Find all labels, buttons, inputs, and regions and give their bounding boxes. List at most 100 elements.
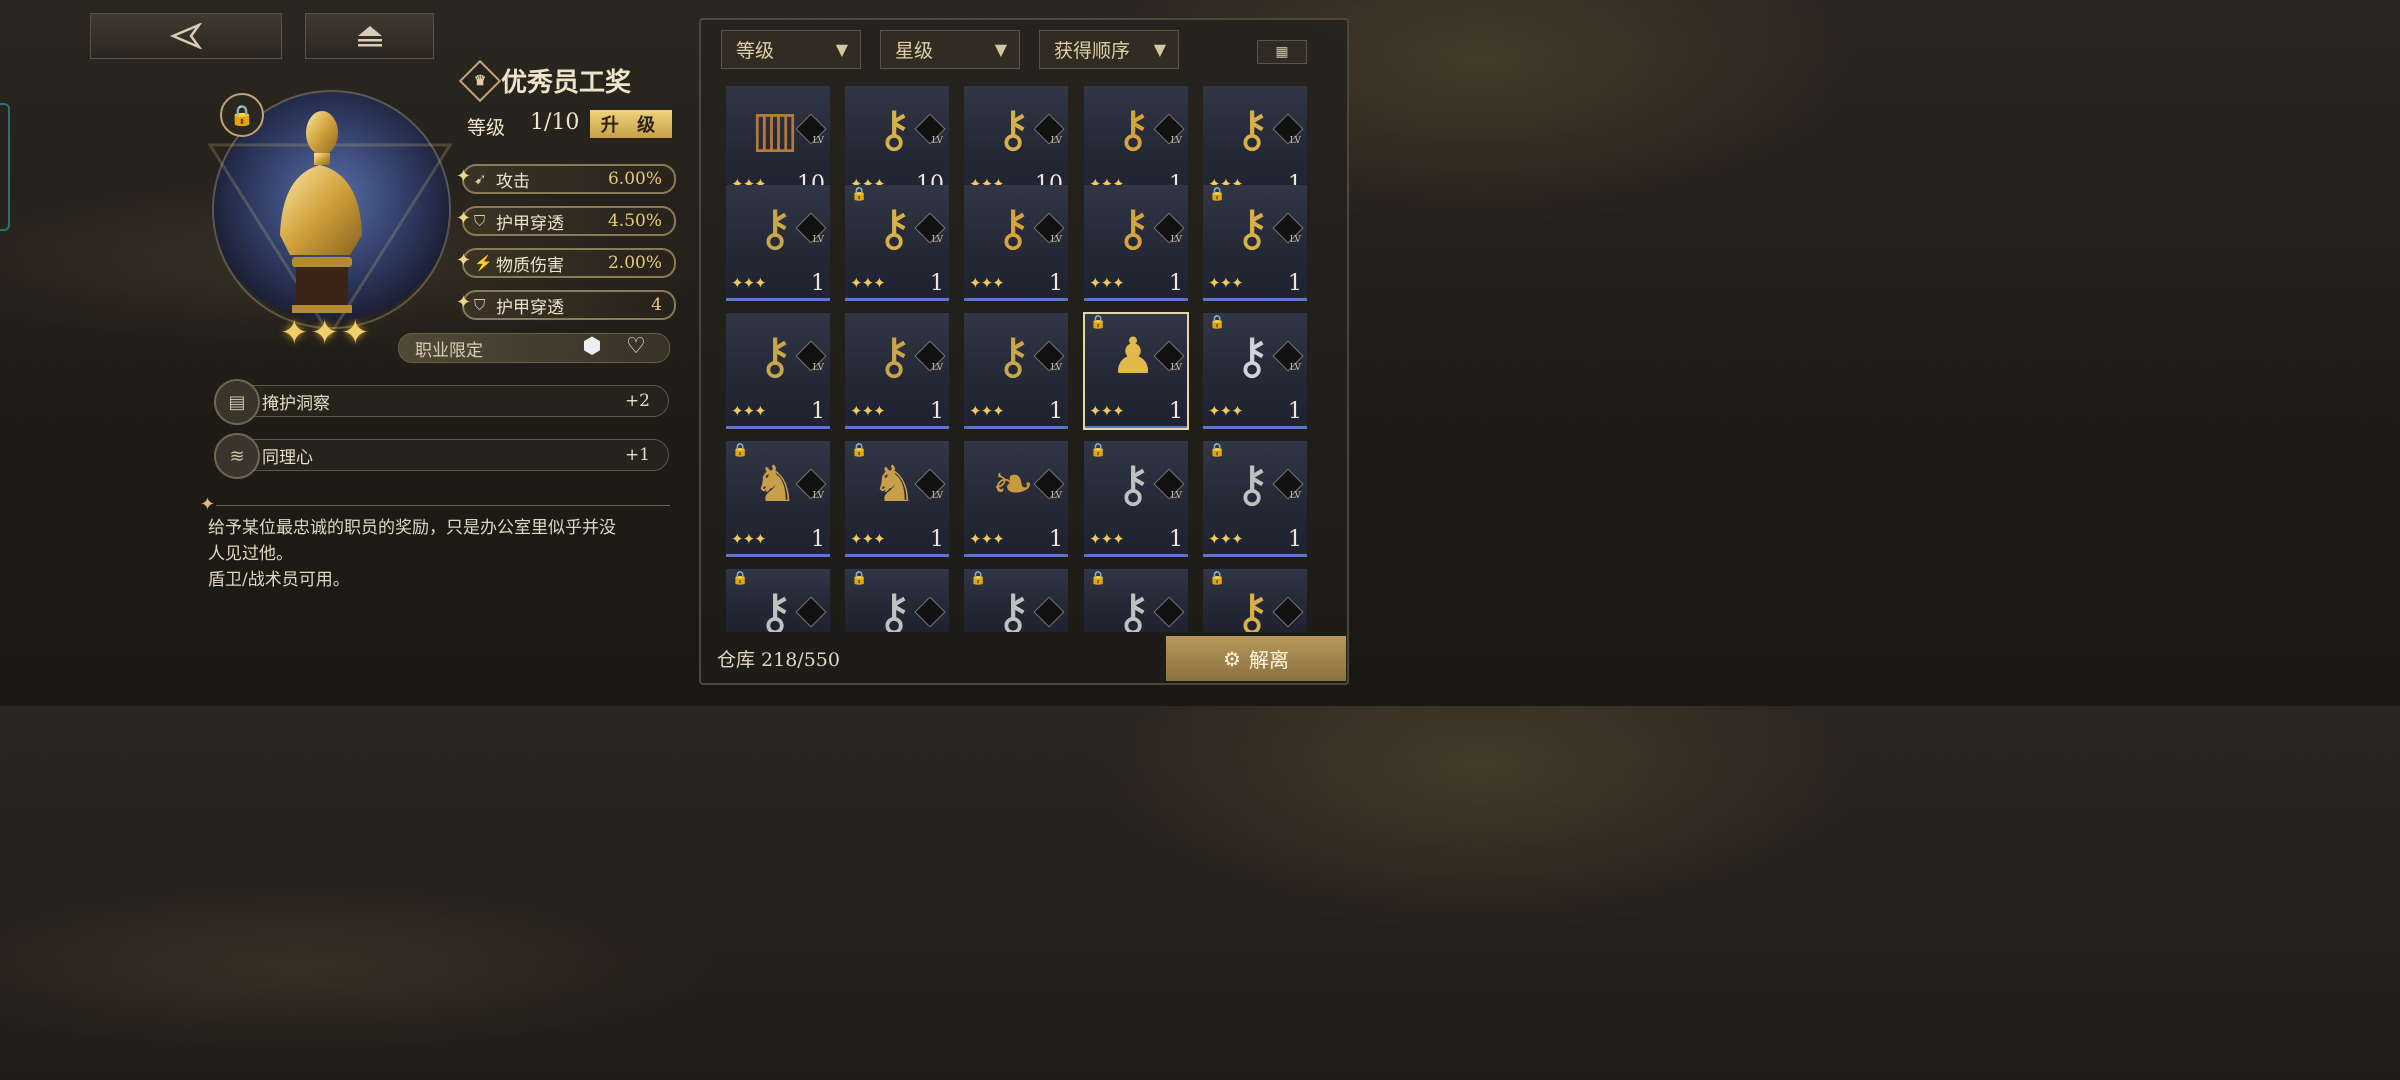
sparkle-icon: ✦: [456, 166, 472, 187]
inventory-item[interactable]: 🔒 ♞ LV ✦✦✦ 1: [726, 441, 830, 557]
inventory-item[interactable]: 🔒 ⚷: [1203, 569, 1307, 632]
shield-pierce-icon: ⛉: [474, 296, 486, 314]
filter-label: 等级: [736, 40, 775, 62]
storage-count: 仓库 218/550: [717, 649, 840, 671]
inventory-item[interactable]: ⚷LV✦✦✦1: [845, 313, 949, 429]
inventory-item[interactable]: ⚷LV✦✦✦1: [726, 185, 830, 301]
chevron-down-icon: ▼: [835, 40, 848, 59]
description-line: 人见过他。: [208, 544, 293, 564]
job-limit-row: 职业限定 ⬢ ♡: [398, 333, 670, 363]
inventory-item[interactable]: ⚷LV✦✦✦1: [1084, 185, 1188, 301]
item-art-icon: ⚷: [756, 583, 794, 632]
inventory-item[interactable]: 🔒 ⚷ LV ✦✦✦ 1: [1203, 441, 1307, 557]
item-level: 1: [811, 271, 825, 296]
inventory-item[interactable]: 🔒 ⚷: [726, 569, 830, 632]
inventory-item[interactable]: 🔒 ⚷ LV ✦✦✦ 1: [1203, 185, 1307, 301]
stat-row: ✦ ⛉ 护甲穿透 4.50%: [456, 206, 676, 236]
sparkle-icon: ✦: [456, 250, 472, 271]
rarity-stars: ✦✦✦: [969, 402, 1005, 420]
inventory-item[interactable]: ❧ LV ✦✦✦ 1: [964, 441, 1068, 557]
skill-name: 同理心: [262, 447, 313, 468]
stat-value: 2.00%: [607, 253, 662, 273]
rarity-stars: ✦✦✦: [731, 274, 767, 292]
filter-stars-dropdown[interactable]: 星级 ▼: [880, 30, 1020, 69]
stat-row: ✦ ⚡ 物质伤害 2.00%: [456, 248, 676, 278]
rarity-stars: ✦✦✦: [1208, 274, 1244, 292]
inventory-item[interactable]: 🔒 ⚷: [1084, 569, 1188, 632]
filter-label: 星级: [895, 40, 934, 62]
item-level: 1: [811, 399, 825, 424]
rarity-stars: ✦✦✦: [1089, 530, 1125, 548]
level-tag: LV: [1289, 491, 1301, 501]
sword-icon: ➹: [474, 170, 487, 188]
sparkle-icon: ✦: [456, 292, 472, 313]
rarity-stars: ✦✦✦: [850, 274, 886, 292]
level-tag: LV: [812, 235, 824, 245]
stat-row: ✦ ➹ 攻击 6.00%: [456, 164, 676, 194]
chevron-down-icon: ▼: [994, 40, 1007, 59]
empathy-icon: ≋: [214, 433, 260, 479]
item-level: 1: [1049, 271, 1063, 296]
level-tag: LV: [812, 363, 824, 373]
item-level: 1: [930, 271, 944, 296]
skill-row[interactable]: ▤ 掩护洞察 +2: [214, 379, 669, 425]
claw-icon: ⚡: [474, 254, 493, 272]
stat-name: 攻击: [496, 171, 530, 192]
level-tag: LV: [1289, 363, 1301, 373]
rarity-stars: ✦✦✦: [850, 530, 886, 548]
inventory-item[interactable]: ⚷LV✦✦✦1: [726, 313, 830, 429]
level-tag: LV: [931, 136, 943, 146]
filter-level-dropdown[interactable]: 等级 ▼: [721, 30, 861, 69]
side-bracket: [0, 103, 10, 231]
level-label: 等级: [467, 117, 506, 139]
lock-icon: 🔒: [229, 103, 255, 127]
shieldguard-class-icon[interactable]: ⬢: [577, 330, 607, 362]
tactician-class-icon[interactable]: ♡: [621, 330, 651, 362]
level-tag: LV: [1050, 363, 1062, 373]
stat-name: 护甲穿透: [496, 213, 564, 234]
inventory-item[interactable]: 🔒 ⚷ LV ✦✦✦ 1: [845, 185, 949, 301]
inventory-item[interactable]: 🔒 ⚷: [845, 569, 949, 632]
lock-button[interactable]: 🔒: [220, 93, 264, 137]
stat-row: ✦ ⛉ 护甲穿透 4: [456, 290, 676, 320]
release-button[interactable]: ⚙ 解离: [1166, 636, 1346, 681]
skill-row[interactable]: ≋ 同理心 +1: [214, 433, 669, 479]
cover-icon: ▤: [214, 379, 260, 425]
item-level: 1: [1288, 271, 1302, 296]
shield-pierce-icon: ⛉: [474, 212, 486, 230]
item-level: 1: [1288, 527, 1302, 552]
filter-order-dropdown[interactable]: 获得顺序 ▼: [1039, 30, 1179, 69]
grid-view-button[interactable]: ▦: [1257, 40, 1307, 64]
inventory-item[interactable]: ⚷LV✦✦✦1: [964, 185, 1068, 301]
rarity-stars: ✦✦✦: [1208, 530, 1244, 548]
item-art-icon: ⚷: [994, 583, 1032, 632]
description-line: 给予某位最忠诚的职员的奖励，只是办公室里似乎并没: [208, 518, 616, 538]
level-tag: LV: [1050, 235, 1062, 245]
home-button[interactable]: [305, 13, 434, 59]
level-tag: LV: [1289, 235, 1301, 245]
inventory-item[interactable]: 🔒 ⚷ LV ✦✦✦ 1: [1203, 313, 1307, 429]
rarity-stars: ✦✦✦: [280, 313, 372, 353]
level-tag: LV: [931, 363, 943, 373]
inventory-item[interactable]: ⚷LV✦✦✦1: [964, 313, 1068, 429]
release-label: 解离: [1248, 648, 1289, 672]
stat-value: 4: [651, 295, 662, 315]
item-level: 1: [1049, 399, 1063, 424]
inventory-item[interactable]: 🔒 ♟ LV ✦✦✦ 1: [1083, 312, 1189, 430]
upgrade-button[interactable]: 升 级: [590, 110, 672, 138]
storage-bar: 仓库 218/550: [699, 636, 1165, 681]
chevron-down-icon: ▼: [1153, 40, 1166, 59]
item-level: 1: [1049, 527, 1063, 552]
grid-icon: ▦: [1275, 44, 1289, 60]
inventory-item[interactable]: 🔒 ♞ LV ✦✦✦ 1: [845, 441, 949, 557]
inventory-item[interactable]: 🔒 ⚷: [964, 569, 1068, 632]
rarity-stars: ✦✦✦: [969, 274, 1005, 292]
level-tag: LV: [812, 136, 824, 146]
stat-value: 4.50%: [607, 211, 662, 231]
level-tag: LV: [1170, 491, 1182, 501]
sparkle-icon: ✦: [200, 494, 216, 515]
inventory-item[interactable]: 🔒 ⚷ LV ✦✦✦ 1: [1084, 441, 1188, 557]
item-level: 1: [1169, 399, 1183, 424]
back-button[interactable]: [90, 13, 282, 59]
item-level: 1: [930, 399, 944, 424]
